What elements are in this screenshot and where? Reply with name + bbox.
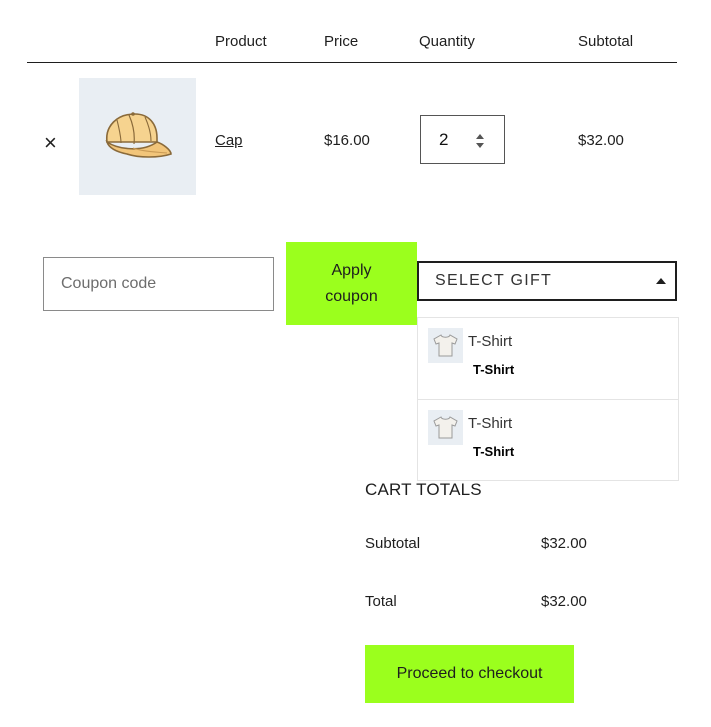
- quantity-value: 2: [439, 130, 449, 149]
- product-name-link[interactable]: Cap: [215, 132, 243, 149]
- coupon-input[interactable]: [43, 257, 274, 311]
- gift-name-bold: T-Shirt: [473, 362, 515, 377]
- cart-page: Product Price Quantity Subtotal × Cap $1…: [0, 0, 711, 727]
- header-quantity: Quantity: [419, 33, 475, 50]
- remove-item-icon[interactable]: ×: [44, 131, 62, 155]
- spinner-icon[interactable]: [475, 133, 485, 149]
- tshirt-icon: [433, 334, 458, 357]
- gift-name-bold: T-Shirt: [473, 444, 515, 459]
- totals-subtotal-value: $32.00: [541, 535, 587, 552]
- header-product: Product: [215, 33, 267, 50]
- apply-coupon-button[interactable]: Apply coupon: [286, 242, 417, 325]
- gift-name: T-Shirt: [468, 415, 513, 432]
- product-thumbnail[interactable]: [79, 78, 196, 195]
- totals-total-label: Total: [365, 593, 397, 610]
- proceed-to-checkout-button[interactable]: Proceed to checkout: [365, 645, 574, 703]
- totals-subtotal-label: Subtotal: [365, 535, 421, 552]
- cap-icon: [105, 112, 172, 158]
- caret-up-icon: [656, 278, 666, 284]
- gift-name: T-Shirt: [468, 333, 513, 350]
- select-gift-dropdown[interactable]: SELECT GIFT: [417, 261, 677, 301]
- gift-option[interactable]: T-Shirt T-Shirt: [418, 400, 678, 480]
- product-price: $16.00: [324, 132, 370, 149]
- cart-table-header: Product Price Quantity Subtotal: [27, 0, 677, 63]
- row-subtotal: $32.00: [578, 132, 624, 149]
- select-gift-label: SELECT GIFT: [435, 272, 553, 289]
- cart-totals-title: CART TOTALS: [365, 480, 482, 499]
- header-subtotal: Subtotal: [578, 33, 634, 50]
- totals-total-value: $32.00: [541, 593, 587, 610]
- gift-option[interactable]: T-Shirt T-Shirt: [418, 318, 678, 400]
- gift-thumbnail: [428, 328, 463, 363]
- gift-thumbnail: [428, 410, 463, 445]
- tshirt-icon: [433, 416, 458, 439]
- quantity-input[interactable]: 2: [420, 115, 505, 164]
- header-price: Price: [324, 33, 359, 50]
- gift-options-list: T-Shirt T-Shirt T-Shirt T-Shirt: [417, 317, 679, 481]
